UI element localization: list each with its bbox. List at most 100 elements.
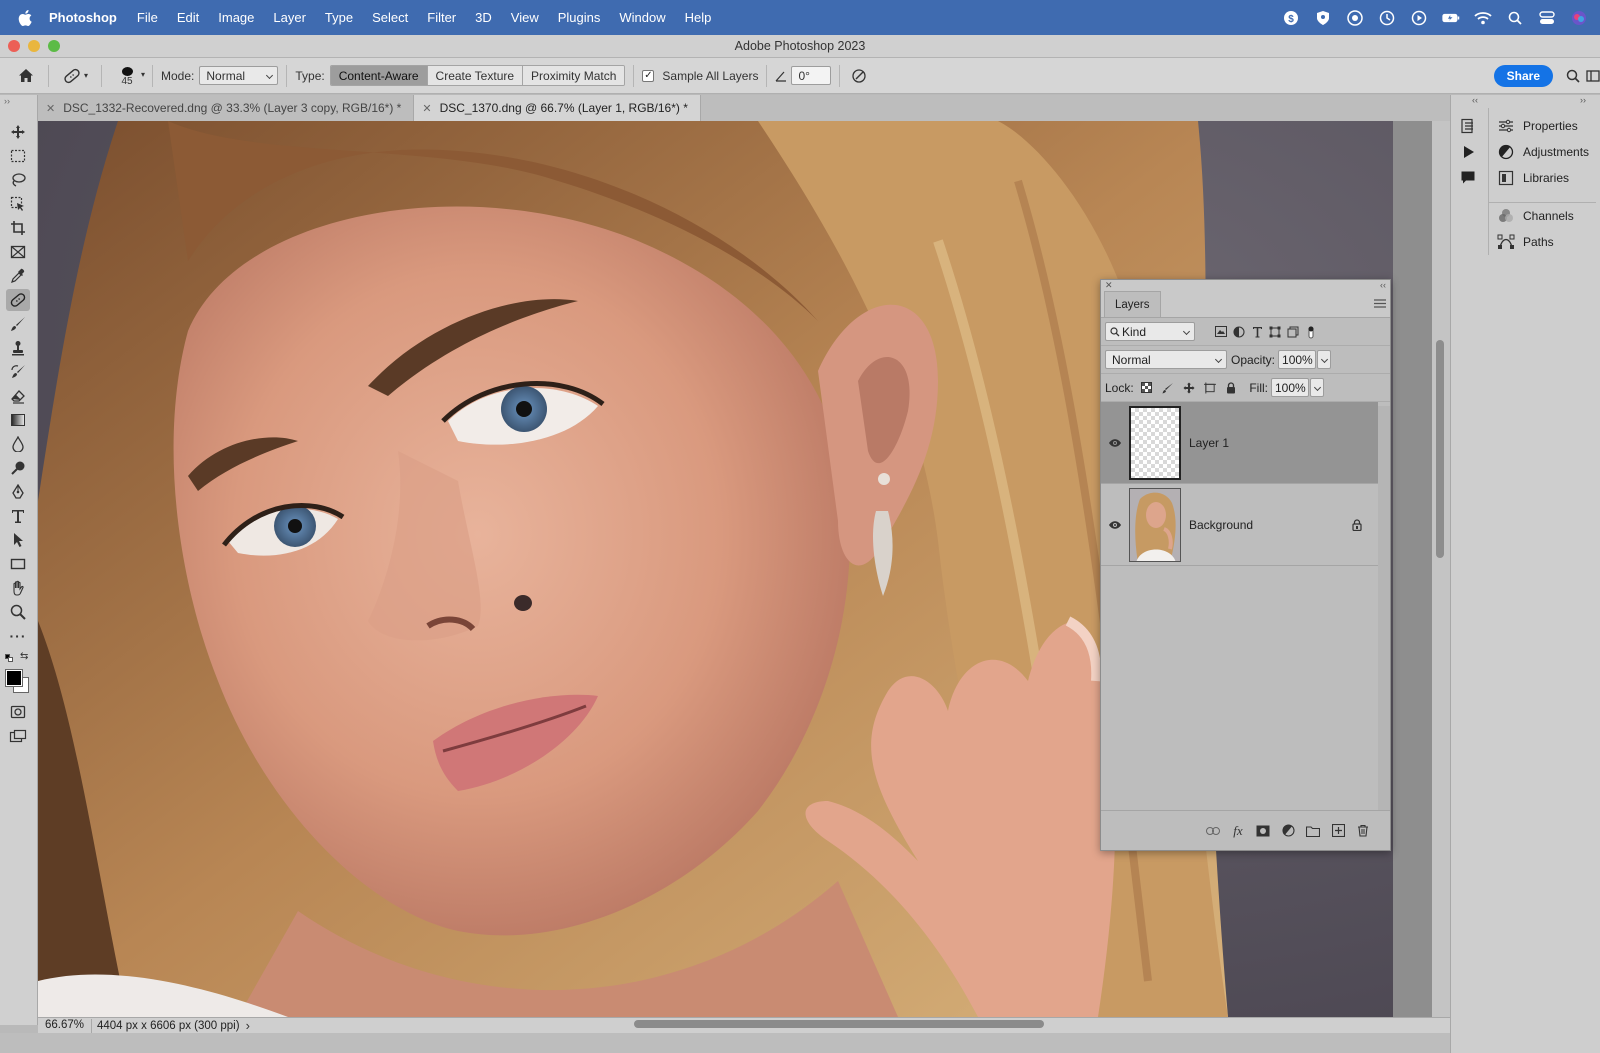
wifi-icon[interactable] [1474,10,1492,26]
history-panel-button[interactable] [1459,117,1477,135]
new-group-icon[interactable] [1306,824,1320,838]
minimize-window-button[interactable] [28,40,40,52]
filter-kind-dropdown[interactable]: Kind [1105,322,1195,341]
history-brush-tool[interactable] [6,361,30,383]
layer-visibility-toggle[interactable] [1101,438,1129,448]
properties-panel-button[interactable]: Properties [1489,113,1600,139]
default-colors-icon[interactable] [5,654,13,662]
menu-help[interactable]: Help [685,10,712,25]
layer-style-icon[interactable]: fx [1231,823,1245,838]
quick-mask-button[interactable] [6,701,30,723]
lasso-tool[interactable] [6,169,30,191]
pen-tool[interactable] [6,481,30,503]
zoom-window-button[interactable] [48,40,60,52]
panel-collapse-icon[interactable]: ‹‹ [1472,95,1478,105]
add-mask-icon[interactable] [1256,824,1270,838]
panel-collapse-icon[interactable]: ›› [1580,95,1586,105]
shield-icon[interactable] [1314,10,1332,26]
fill-input[interactable]: 100% [1271,378,1309,397]
gradient-tool[interactable] [6,409,30,431]
panel-collapse-icon[interactable]: ‹‹ [1380,280,1386,290]
spot-healing-brush-tool[interactable] [6,289,30,311]
close-tab-icon[interactable]: ✕ [46,102,55,115]
create-texture-option[interactable]: Create Texture [427,66,524,85]
move-tool[interactable] [6,121,30,143]
menu-3d[interactable]: 3D [475,10,492,25]
angle-input[interactable]: 0° [791,66,832,85]
shape-layer-filter-icon[interactable] [1269,326,1281,338]
filter-toggle-icon[interactable] [1305,326,1317,338]
document-tab-dsc1332[interactable]: ✕ DSC_1332-Recovered.dng @ 33.3% (Layer … [38,95,415,121]
object-selection-tool[interactable] [6,193,30,215]
layer-row-background[interactable]: Background [1101,484,1378,566]
actions-panel-button[interactable] [1459,143,1477,161]
status-menu-arrow[interactable]: › [246,1018,250,1033]
dodge-tool[interactable] [6,457,30,479]
vpn-icon[interactable] [1346,9,1364,26]
sample-all-layers-checkbox[interactable]: ✓ [642,69,655,82]
control-center-icon[interactable] [1538,10,1556,26]
new-adjustment-layer-icon[interactable] [1281,824,1295,838]
hand-tool[interactable] [6,577,30,599]
clone-stamp-tool[interactable] [6,337,30,359]
content-aware-option[interactable]: Content-Aware [330,66,428,85]
fill-dropdown-button[interactable] [1310,378,1324,397]
menu-filter[interactable]: Filter [427,10,456,25]
opacity-dropdown-button[interactable] [1317,350,1332,369]
edit-toolbar-button[interactable]: ··· [6,625,30,647]
brush-size-picker[interactable]: 45 ▾ [110,65,145,87]
play-icon[interactable] [1410,10,1428,26]
tool-preset-picker[interactable]: ▾ [57,65,93,87]
link-layers-icon[interactable] [1206,824,1220,838]
close-window-button[interactable] [8,40,20,52]
menu-image[interactable]: Image [218,10,254,25]
home-button[interactable] [12,65,40,87]
share-button[interactable]: Share [1493,64,1553,87]
eraser-tool[interactable] [6,385,30,407]
adjustments-panel-button[interactable]: Adjustments [1489,139,1600,165]
lock-position-icon[interactable] [1183,382,1195,394]
close-panel-icon[interactable]: ✕ [1105,280,1113,291]
proximity-match-option[interactable]: Proximity Match [523,66,625,85]
pressure-size-button[interactable] [848,65,870,87]
close-tab-icon[interactable]: ✕ [422,102,431,115]
tab-layers[interactable]: Layers [1104,291,1161,317]
libraries-panel-button[interactable]: Libraries [1489,165,1600,191]
marquee-tool[interactable] [6,145,30,167]
new-layer-icon[interactable] [1331,824,1345,838]
menu-view[interactable]: View [511,10,539,25]
swap-colors-icon[interactable]: ⇆ [20,651,28,662]
menu-layer[interactable]: Layer [273,10,306,25]
layer-row-layer-1[interactable]: Layer 1 [1101,402,1378,484]
search-button[interactable] [1560,65,1586,87]
vertical-scrollbar[interactable] [1436,340,1444,558]
menu-file[interactable]: File [137,10,158,25]
crop-tool[interactable] [6,217,30,239]
rectangle-tool[interactable] [6,553,30,575]
lock-transparent-pixels-icon[interactable] [1141,382,1153,394]
menu-edit[interactable]: Edit [177,10,199,25]
menu-window[interactable]: Window [619,10,665,25]
workspace-button[interactable] [1586,65,1600,87]
screen-mode-button[interactable] [6,725,30,747]
apple-icon[interactable] [18,9,32,26]
siri-icon[interactable] [1570,10,1588,26]
blur-tool[interactable] [6,433,30,455]
menu-plugins[interactable]: Plugins [558,10,601,25]
lock-image-pixels-icon[interactable] [1162,382,1174,394]
type-layer-filter-icon[interactable] [1251,326,1263,338]
channels-panel-button[interactable]: Channels [1489,203,1600,229]
eyedropper-tool[interactable] [6,265,30,287]
creative-cloud-icon[interactable]: $ [1282,10,1300,26]
lock-all-icon[interactable] [1225,381,1237,394]
horizontal-scrollbar[interactable] [634,1020,1044,1028]
layer-visibility-toggle[interactable] [1101,520,1129,530]
opacity-input[interactable]: 100% [1278,350,1317,369]
smart-object-filter-icon[interactable] [1287,326,1299,338]
app-menu-photoshop[interactable]: Photoshop [49,10,117,25]
battery-icon[interactable] [1442,10,1460,26]
trash-icon[interactable] [1356,824,1370,838]
brush-tool[interactable] [6,313,30,335]
paths-panel-button[interactable]: Paths [1489,229,1600,255]
pixel-layer-filter-icon[interactable] [1215,326,1227,338]
